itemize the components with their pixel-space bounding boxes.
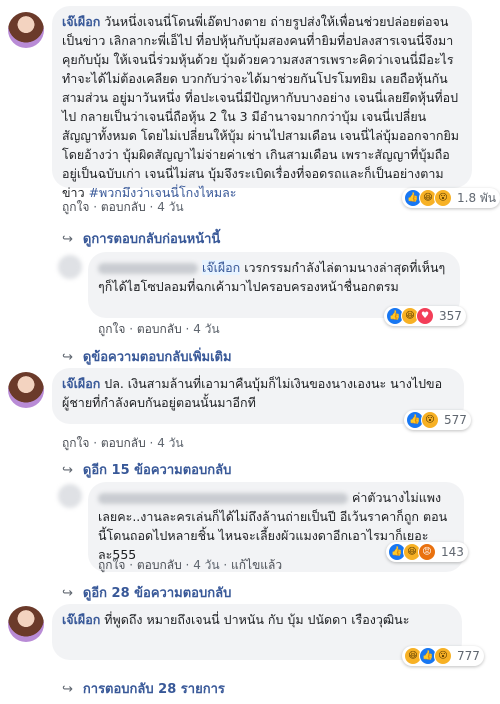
avatar[interactable] [58,255,82,279]
reply-actions: ถูกใจ · ตอบกลับ · 4 วัน · แก้ไขแล้ว [98,558,283,572]
comment-author[interactable]: เจ๊เผือก [62,612,100,627]
timestamp: 4 วัน [193,558,220,572]
comment-actions: ถูกใจ · ตอบกลับ · 4 วัน [62,436,184,450]
view-more-replies-label: ดูข้อความตอบกลับเพิ่มเติม [82,350,232,365]
reply-arrow-icon: ↪ [62,232,73,247]
reply-link[interactable]: ตอบกลับ [137,558,182,572]
reaction-summary[interactable]: 👍 😆 😮 1.8 พัน [402,188,500,208]
timestamp: 4 วัน [157,200,184,214]
reply-link[interactable]: ตอบกลับ [101,200,146,214]
mention-tag[interactable]: เจ๊เผือก [201,260,241,275]
reaction-count: 777 [457,649,480,663]
avatar[interactable] [58,484,82,508]
reaction-summary[interactable]: 👍 😮 577 [404,410,471,430]
comment-bubble: เจ๊เผือก วันหนึ่งเจนนี่โดนพี่เอ๊ตปางตาย … [52,6,472,200]
avatar[interactable] [8,606,44,642]
reply-arrow-icon: ↪ [62,586,73,601]
angry-reaction-icon: 😡 [418,543,436,561]
reaction-count: 1.8 พัน [457,190,497,205]
comment-actions: ถูกใจ · ตอบกลับ · 4 วัน [62,200,184,214]
comment-text: วันหนึ่งเจนนี่โดนพี่เอ๊ตปางตาย ถ่ายรูปส่… [62,14,460,200]
avatar[interactable] [8,12,44,48]
reply-arrow-icon: ↪ [62,350,73,365]
view-more-replies-label: ดูอีก 15 ข้อความตอบกลับ [82,463,232,478]
love-reaction-icon: ♥ [416,307,434,325]
reaction-summary[interactable]: 👍 😆 ♥ 357 [384,306,466,326]
comment-bubble: เจ๊เผือก ที่พูดถึง หมายถึงเจนนี่ ปาหนัน … [52,604,462,660]
like-link[interactable]: ถูกใจ [98,558,125,572]
comment-text: ที่พูดถึง หมายถึงเจนนี่ ปาหนัน กับ บุ้ม … [104,612,410,627]
wow-reaction-icon: 😮 [434,189,452,207]
reply-link[interactable]: ตอบกลับ [101,436,146,450]
reply-arrow-icon: ↪ [62,463,73,478]
reaction-count: 143 [441,545,464,559]
reply-actions: ถูกใจ · ตอบกลับ · 4 วัน [98,322,220,336]
view-replies-label: การตอบกลับ 28 รายการ [82,682,225,697]
view-more-replies[interactable]: ↪ ดูข้อความตอบกลับเพิ่มเติม [62,346,232,367]
reaction-count: 357 [439,309,462,323]
view-more-replies[interactable]: ↪ ดูอีก 15 ข้อความตอบกลับ [62,459,231,480]
view-more-replies[interactable]: ↪ ดูอีก 28 ข้อความตอบกลับ [62,582,231,603]
comment-text: ปล. เงินสามล้านที่เอามาคืนบุ้มก็ไม่เงินข… [62,376,443,410]
view-more-replies-label: ดูอีก 28 ข้อความตอบกลับ [82,586,232,601]
view-previous-replies-label: ดูการตอบกลับก่อนหน้านี้ [82,232,221,247]
hidden-author-name [98,263,198,274]
comment-bubble: เจ๊เผือก ปล. เงินสามล้านที่เอามาคืนบุ้มก… [52,368,464,424]
like-link[interactable]: ถูกใจ [62,200,89,214]
reaction-summary[interactable]: 😆 👍 😮 777 [402,646,484,666]
wow-reaction-icon: 😮 [421,411,439,429]
reaction-count: 577 [444,413,467,427]
view-previous-replies[interactable]: ↪ ดูการตอบกลับก่อนหน้านี้ [62,228,220,249]
comment-author[interactable]: เจ๊เผือก [62,14,100,29]
wow-reaction-icon: 😮 [434,647,452,665]
comment-author[interactable]: เจ๊เผือก [62,376,100,391]
reply-arrow-icon: ↪ [62,682,73,697]
hidden-author-name [98,493,348,504]
like-link[interactable]: ถูกใจ [62,436,89,450]
like-link[interactable]: ถูกใจ [98,322,125,336]
reply-link[interactable]: ตอบกลับ [137,322,182,336]
reaction-summary[interactable]: 👍 😆 😡 143 [386,542,468,562]
timestamp: 4 วัน [157,436,184,450]
avatar[interactable] [8,372,44,408]
edited-link[interactable]: แก้ไขแล้ว [231,558,282,572]
view-replies[interactable]: ↪ การตอบกลับ 28 รายการ [62,678,225,699]
timestamp: 4 วัน [193,322,220,336]
